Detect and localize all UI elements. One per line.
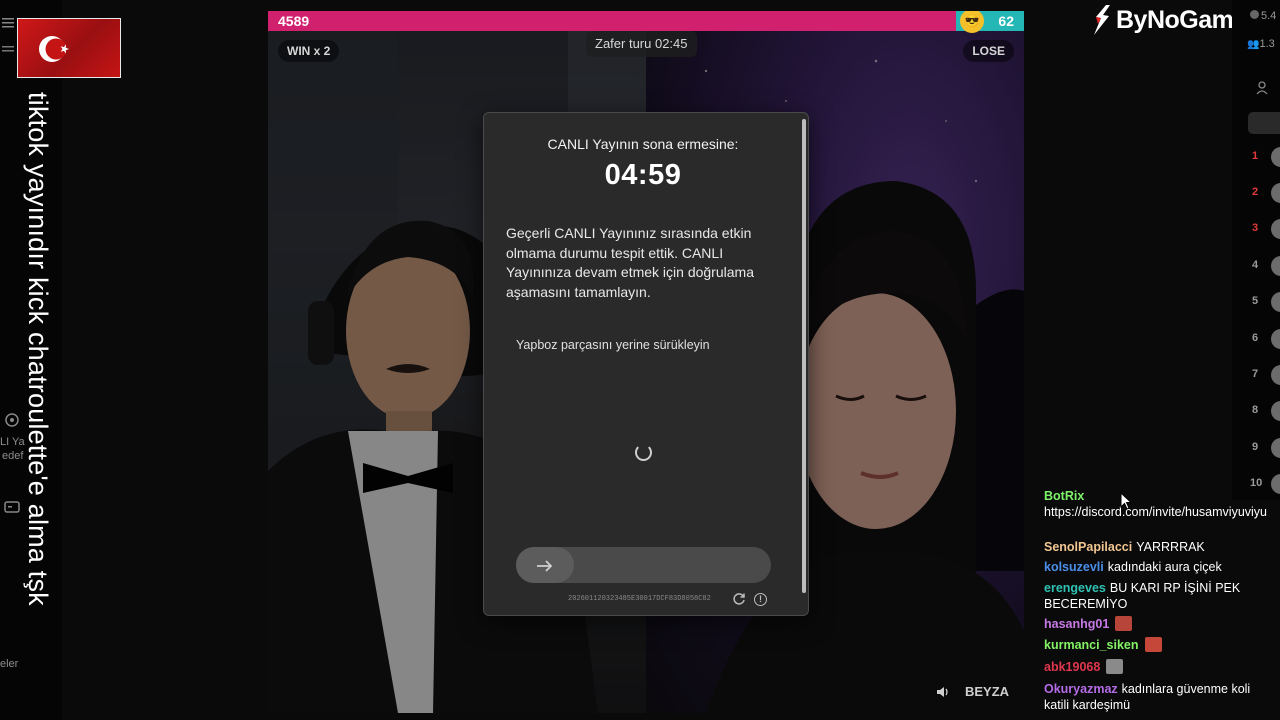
- leaderboard-rank: 6: [1251, 332, 1259, 344]
- info-icon[interactable]: !: [754, 593, 767, 606]
- chat-username[interactable]: kolsuzevli: [1044, 560, 1104, 574]
- user-add-icon[interactable]: [1256, 80, 1272, 96]
- leaderboard-rank: 3: [1251, 222, 1259, 234]
- chat-username[interactable]: SenolPapilacci: [1044, 540, 1132, 554]
- stat-value-1: 5.4: [1250, 10, 1276, 22]
- captcha-id: 202601120323485E30017DCF83D8058C82: [568, 595, 711, 603]
- modal-message: Geçerli CANLI Yayınınız sırasında etkin …: [506, 225, 754, 300]
- refresh-icon[interactable]: [732, 592, 746, 606]
- crescent-star-icon: [39, 36, 69, 62]
- loading-spinner-icon: [635, 444, 652, 461]
- chat-clipped-line: [1044, 470, 1280, 480]
- left-fragment-3: eler: [0, 658, 19, 670]
- leaderboard-tab[interactable]: [1248, 112, 1280, 134]
- left-fragment-1: LI Ya: [0, 436, 25, 448]
- chat-message: BotRix https://discord.com/invite/husamvi…: [1044, 488, 1276, 520]
- lose-badge: LOSE: [963, 40, 1014, 62]
- opponent-score: 62: [998, 13, 1014, 29]
- leaderboard-panel: [1232, 0, 1280, 500]
- countdown-timer: 04:59: [604, 159, 682, 191]
- brand-mark-icon: [1094, 5, 1110, 35]
- chat-message: SenolPapilacci YARRRRAK: [1044, 539, 1276, 555]
- chat-username[interactable]: hasanhg01: [1044, 617, 1109, 631]
- battle-progress-bar: 4589 😎 62: [268, 11, 1024, 33]
- chat-message: abk19068: [1044, 659, 1276, 675]
- leaderboard-rank: 4: [1251, 259, 1259, 271]
- chat-username[interactable]: abk19068: [1044, 660, 1100, 674]
- brand-name: ByNoGame: [1116, 5, 1247, 34]
- puzzle-slider-handle[interactable]: [516, 547, 574, 583]
- chat-username[interactable]: kurmanci_siken: [1044, 638, 1139, 652]
- stream-overlay: tiktok yayınıdır kick chatroulette'e alm…: [0, 0, 1280, 720]
- gamepad-icon[interactable]: [4, 500, 20, 517]
- stat-value-2: 👥1.3: [1247, 38, 1275, 50]
- win-multiplier-badge: WIN x 2: [278, 40, 340, 62]
- chat-message: kolsuzevli kadındaki aura çiçek: [1044, 559, 1276, 575]
- leaderboard-rank: 7: [1251, 368, 1259, 380]
- chat-message: Okuryazmaz kadınlara güvenme koli katili …: [1044, 681, 1276, 713]
- chat-username[interactable]: Okuryazmaz: [1044, 682, 1118, 696]
- brand-logo: ByNoGame: [1090, 2, 1247, 38]
- leaderboard-rank: 9: [1251, 441, 1259, 453]
- turkey-flag: [17, 18, 121, 78]
- streamer-score-bar: [268, 11, 956, 31]
- streamer-score: 4589: [278, 13, 310, 29]
- opponent-name: BEYZA: [965, 684, 1010, 699]
- chat-username[interactable]: erengeves: [1044, 581, 1106, 595]
- left-fragment-2: edef: [2, 450, 24, 462]
- chat-username[interactable]: BotRix: [1044, 489, 1084, 503]
- user-icon: 👥: [1247, 39, 1260, 50]
- chat-message: erengeves BU KARI RP İŞİNİ PEK BECEREMİYO: [1044, 580, 1276, 612]
- chat-message: kurmanci_siken: [1044, 637, 1276, 653]
- modal-scrollbar[interactable]: [802, 119, 806, 593]
- leaderboard-rank: 2: [1251, 186, 1259, 198]
- chat-text: kadındaki aura çiçek: [1107, 560, 1222, 574]
- verification-modal: CANLI Yayının sona ermesine: 04:59 Geçer…: [483, 112, 809, 616]
- arrow-right-icon: [537, 560, 553, 572]
- round-timer: Zafer turu 02:45: [586, 31, 697, 57]
- leaderboard-rank: 1: [1251, 150, 1259, 162]
- leaderboard-rank: 5: [1251, 295, 1259, 307]
- chat-emote-icon: [1106, 659, 1124, 674]
- leaderboard-rank: 8: [1251, 404, 1259, 416]
- list-icon[interactable]: [2, 46, 14, 59]
- menu-icon[interactable]: [2, 18, 14, 31]
- mouse-cursor-icon: [1120, 492, 1132, 510]
- chat-text: https://discord.com/invite/husamviyuviyu: [1044, 505, 1268, 519]
- left-strip: tiktok yayınıdır kick chatroulette'e alm…: [0, 0, 121, 720]
- modal-title: CANLI Yayının sona ermesine:: [547, 136, 739, 152]
- puzzle-hint: Yapboz parçasını yerine sürükleyin: [516, 338, 710, 352]
- chat-text: YARRRRAK: [1136, 540, 1205, 554]
- vertical-caption: tiktok yayınıdır kick chatroulette'e alm…: [23, 92, 53, 606]
- chat-emote-icon: [1115, 616, 1133, 631]
- speaker-icon[interactable]: [936, 685, 950, 699]
- chat-emote-icon: [1144, 637, 1162, 652]
- target-icon[interactable]: [4, 412, 20, 431]
- chat-message: hasanhg01: [1044, 616, 1276, 632]
- coin-icon: [1250, 10, 1259, 19]
